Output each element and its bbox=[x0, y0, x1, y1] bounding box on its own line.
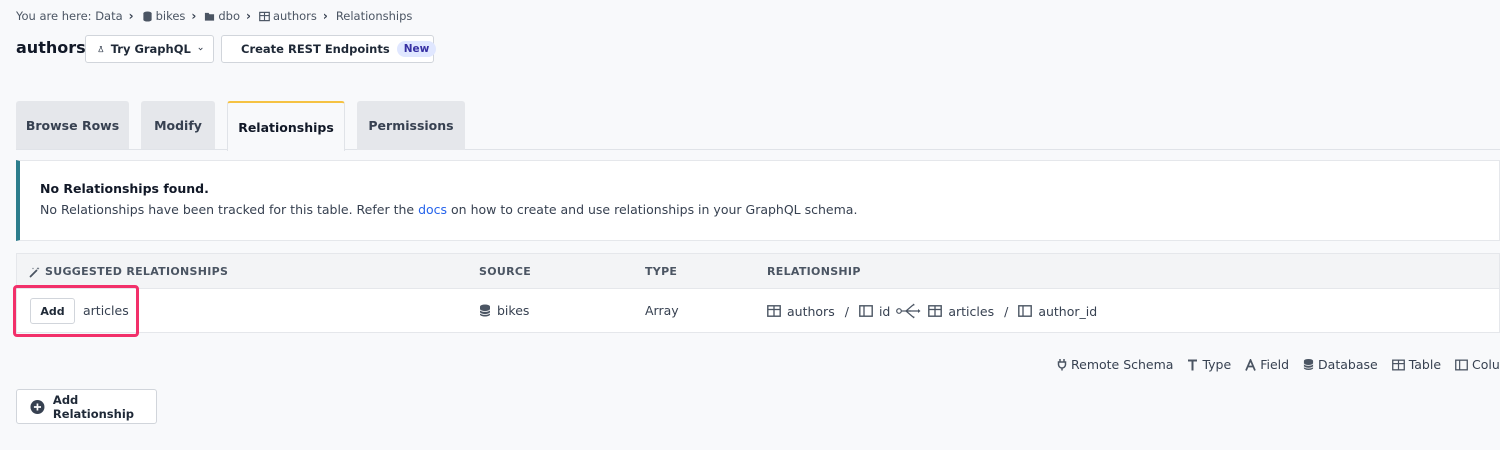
database-icon bbox=[479, 304, 491, 317]
icon-legend: Remote Schema Type Field Database Table … bbox=[1057, 357, 1500, 372]
chevron-right-icon: › bbox=[322, 9, 328, 23]
plug-icon bbox=[1057, 359, 1067, 371]
header-type: TYPE bbox=[645, 265, 678, 278]
one-to-many-icon bbox=[896, 303, 921, 319]
legend-table: Table bbox=[1391, 357, 1441, 372]
tab-relationships[interactable]: Relationships bbox=[227, 101, 345, 151]
breadcrumb: You are here: Data › bikes › dbo › autho… bbox=[16, 9, 412, 23]
magic-wand-icon bbox=[29, 266, 40, 277]
table-icon bbox=[767, 305, 781, 317]
breadcrumb-authors[interactable]: authors bbox=[259, 9, 317, 23]
database-icon bbox=[142, 10, 152, 22]
try-graphql-label: Try GraphQL bbox=[110, 42, 191, 56]
legend-remote-schema: Remote Schema bbox=[1057, 357, 1173, 372]
add-relationship-button[interactable]: Add Relationship bbox=[16, 389, 157, 424]
field-icon bbox=[1245, 358, 1256, 371]
tab-permissions[interactable]: Permissions bbox=[357, 101, 465, 150]
table-icon bbox=[1391, 359, 1405, 370]
chevron-right-icon: › bbox=[128, 9, 134, 23]
chevron-down-icon bbox=[198, 47, 203, 51]
try-graphql-button[interactable]: Try GraphQL bbox=[85, 35, 214, 63]
table-row: Add articles bikes Array authors / id ar… bbox=[17, 289, 1499, 333]
chevron-right-icon: › bbox=[191, 9, 197, 23]
suggested-type: Array bbox=[645, 303, 679, 318]
header-relationship: RELATIONSHIP bbox=[767, 265, 861, 278]
tab-modify[interactable]: Modify bbox=[141, 101, 215, 150]
suggested-relationships-table: SUGGESTED RELATIONSHIPS SOURCE TYPE RELA… bbox=[16, 253, 1500, 333]
add-relationship-label: Add Relationship bbox=[52, 392, 135, 421]
legend-type: Type bbox=[1187, 357, 1231, 372]
legend-database: Database bbox=[1303, 357, 1378, 372]
legend-field: Field bbox=[1245, 357, 1289, 372]
tab-browse-rows[interactable]: Browse Rows bbox=[16, 101, 129, 150]
docs-link[interactable]: docs bbox=[418, 202, 447, 217]
table-icon bbox=[259, 11, 270, 21]
breadcrumb-bikes[interactable]: bikes bbox=[142, 9, 185, 23]
table-header: SUGGESTED RELATIONSHIPS SOURCE TYPE RELA… bbox=[17, 254, 1499, 289]
create-rest-label: Create REST Endpoints bbox=[241, 42, 390, 56]
breadcrumb-current: Relationships bbox=[335, 9, 413, 23]
highlight-box bbox=[13, 285, 139, 337]
folder-icon bbox=[205, 12, 215, 21]
flask-icon bbox=[98, 46, 104, 53]
no-relationships-alert: No Relationships found. No Relationships… bbox=[16, 160, 1500, 241]
column-icon bbox=[859, 305, 873, 317]
alert-title: No Relationships found. bbox=[40, 181, 209, 196]
column-icon bbox=[1018, 305, 1033, 317]
new-badge: New bbox=[396, 41, 437, 57]
breadcrumb-data[interactable]: Data bbox=[95, 9, 122, 23]
page-title: authors bbox=[16, 38, 86, 57]
chevron-right-icon: › bbox=[246, 9, 251, 23]
alert-text: No Relationships have been tracked for t… bbox=[40, 202, 858, 217]
breadcrumb-prefix: You are here: bbox=[16, 9, 92, 23]
legend-column: Column bbox=[1455, 357, 1500, 372]
type-icon bbox=[1188, 359, 1198, 370]
plus-circle-icon bbox=[30, 399, 45, 414]
breadcrumb-dbo[interactable]: dbo bbox=[204, 9, 240, 23]
database-icon bbox=[1303, 359, 1314, 370]
suggested-relationship-path: authors / id articles / author_id bbox=[767, 303, 1097, 319]
header-suggested: SUGGESTED RELATIONSHIPS bbox=[29, 265, 228, 278]
table-icon bbox=[928, 305, 943, 317]
header-source: SOURCE bbox=[479, 265, 532, 278]
suggested-source: bikes bbox=[479, 303, 529, 318]
column-icon bbox=[1455, 359, 1468, 370]
create-rest-endpoints-button[interactable]: Create REST Endpoints New bbox=[221, 35, 437, 63]
